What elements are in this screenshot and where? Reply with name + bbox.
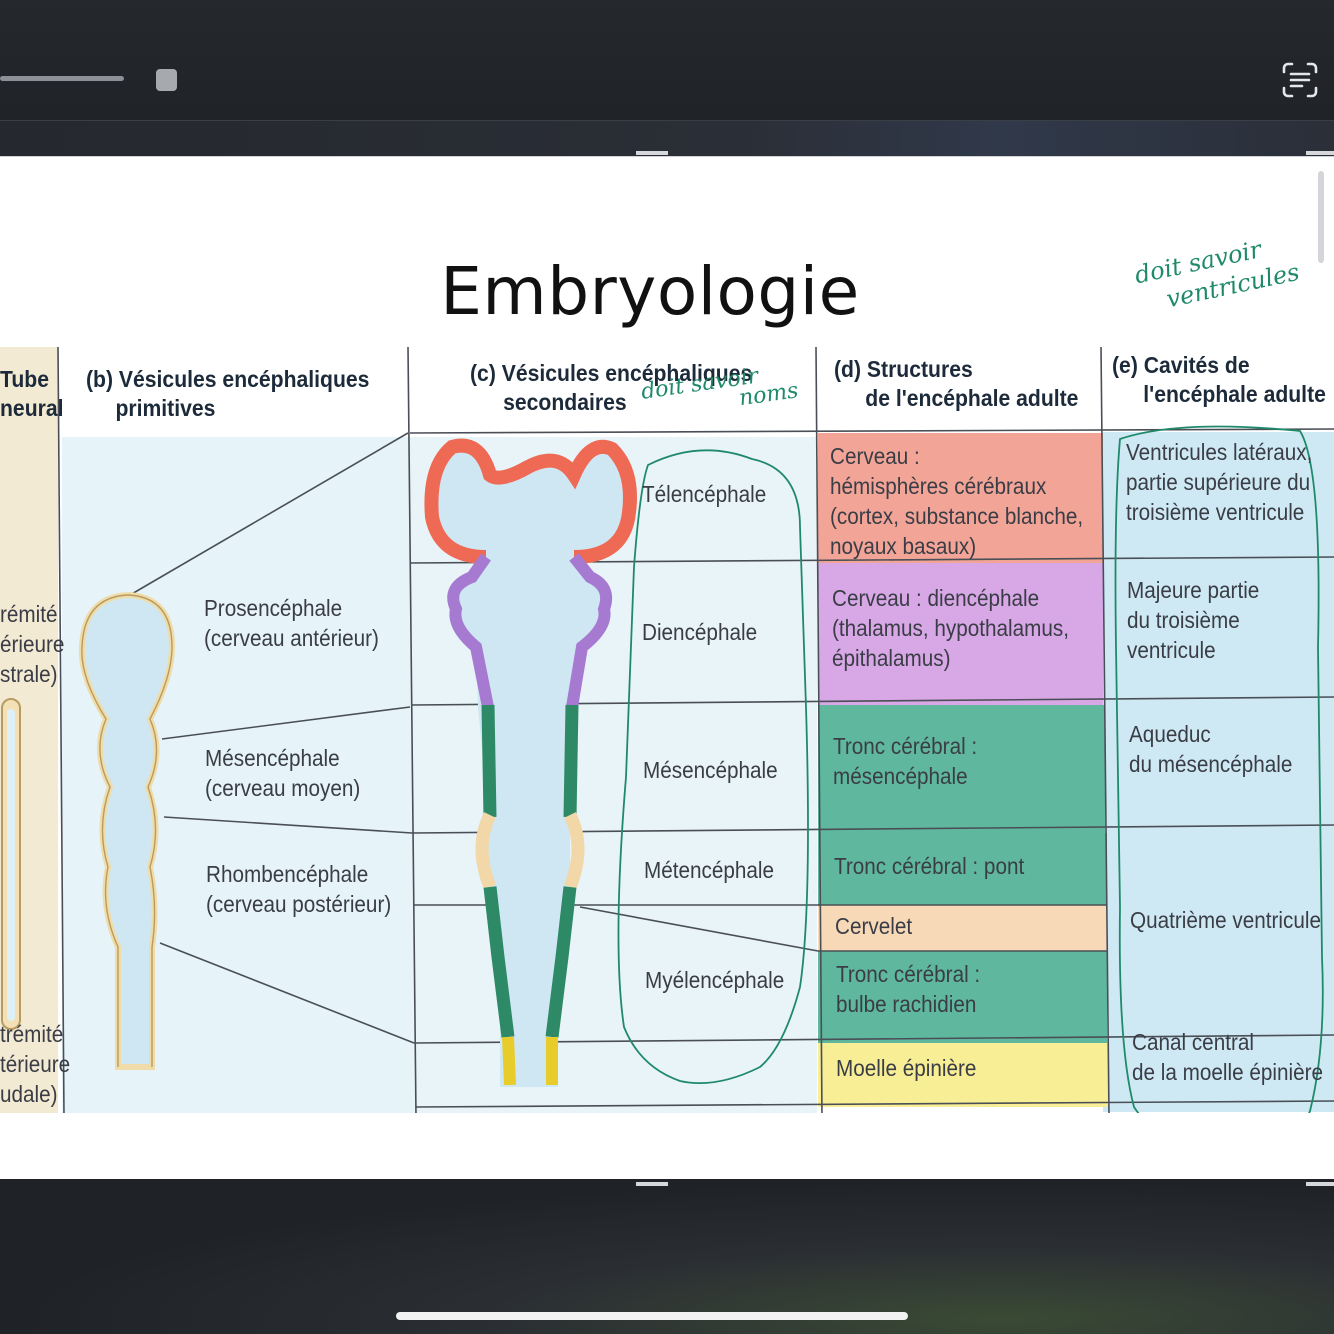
structure-cell: Tronc cérébral : pont bbox=[822, 843, 1045, 881]
primary-vesicle-note: (cerveau postérieur) bbox=[206, 891, 392, 917]
cavity-line: troisième ventricule bbox=[1126, 499, 1305, 525]
structure-line: Moelle épinière bbox=[836, 1055, 977, 1081]
structure-cell: Cerveau : hémisphères cérébraux (cortex,… bbox=[818, 433, 1111, 561]
embryology-figure: Tube neural (b) Vésicules encéphaliques … bbox=[0, 235, 1334, 1113]
column-c-letter: (c) bbox=[470, 360, 496, 386]
structure-cell: Tronc cérébral : mésencéphale bbox=[821, 723, 993, 791]
cavity-line: Majeure partie bbox=[1127, 577, 1260, 603]
column-a-title-line2: neural bbox=[0, 395, 64, 421]
column-a-title-line1: Tube bbox=[0, 366, 49, 392]
page-edge-marker bbox=[1306, 1182, 1334, 1186]
tube-posterior-line2: térieure bbox=[0, 1051, 71, 1077]
cavity-line: Canal central bbox=[1132, 1029, 1254, 1055]
text-scan-icon[interactable] bbox=[1280, 60, 1320, 100]
document-strip bbox=[0, 120, 1334, 156]
cavity-line: Aqueduc bbox=[1129, 721, 1211, 747]
column-d-title-line2: de l'encéphale adulte bbox=[865, 385, 1079, 411]
cavity-cell: Quatrième ventricule bbox=[1118, 897, 1334, 935]
secondary-vesicle-metencephalon: Métencéphale bbox=[644, 857, 775, 883]
structure-line: Cervelet bbox=[835, 913, 913, 939]
structure-line: mésencéphale bbox=[833, 763, 968, 789]
slide-title: Embryologie bbox=[440, 253, 860, 330]
primary-vesicle-note: (cerveau antérieur) bbox=[204, 625, 379, 651]
column-e-title-line2: l'encéphale adulte bbox=[1143, 381, 1326, 407]
column-b-letter: (b) bbox=[86, 366, 114, 392]
column-b-title-line1: Vésicules encéphaliques bbox=[118, 366, 370, 392]
cavity-cell: Aqueduc du mésencéphale bbox=[1117, 711, 1311, 779]
page-edge-marker bbox=[636, 151, 668, 155]
slide-page[interactable]: Embryologie Tube neural (b) Vésicules en… bbox=[0, 156, 1334, 1179]
structure-cell: Cerveau : diencéphale (thalamus, hypotha… bbox=[820, 575, 1095, 673]
progress-knob[interactable] bbox=[156, 69, 177, 91]
cavity-line: de la moelle épinière bbox=[1132, 1059, 1324, 1085]
column-e-header: (e) Cavités de l'encéphale adulte bbox=[1112, 351, 1326, 409]
structure-line: (thalamus, hypothalamus, bbox=[832, 615, 1070, 641]
structure-line: (cortex, substance blanche, bbox=[830, 503, 1084, 529]
tube-posterior-label: trémité térieure udale) bbox=[0, 1019, 70, 1109]
secondary-vesicle-telencephalon: Télencéphale bbox=[642, 481, 767, 507]
progress-track[interactable] bbox=[0, 76, 124, 81]
primary-vesicle-name: Prosencéphale bbox=[204, 595, 343, 621]
cavity-line: Ventricules latéraux, bbox=[1126, 439, 1313, 465]
cavity-cell: Canal central de la moelle épinière bbox=[1120, 1019, 1334, 1087]
neural-tube-drawing bbox=[1, 698, 21, 1030]
primary-vesicle-rhombencephalon: Rhombencéphale (cerveau postérieur) bbox=[206, 859, 391, 919]
slide-scrollbar[interactable] bbox=[1318, 171, 1324, 263]
primary-vesicle-note: (cerveau moyen) bbox=[205, 775, 361, 801]
tube-anterior-line1: rémité bbox=[0, 601, 58, 627]
tube-posterior-line1: trémité bbox=[0, 1021, 64, 1047]
column-d-title-line1: Structures bbox=[866, 356, 973, 382]
cavity-line: du mésencéphale bbox=[1129, 751, 1293, 777]
structure-line: bulbe rachidien bbox=[836, 991, 977, 1017]
structure-line: hémisphères cérébraux bbox=[830, 473, 1047, 499]
cavity-line: ventricule bbox=[1127, 637, 1216, 663]
structure-cell: Tronc cérébral : bulbe rachidien bbox=[824, 951, 996, 1019]
cavity-line: partie supérieure du bbox=[1126, 469, 1311, 495]
column-d-letter: (d) bbox=[834, 356, 862, 382]
structure-cell: Moelle épinière bbox=[824, 1045, 992, 1083]
page-edge-marker bbox=[1306, 151, 1334, 155]
secondary-vesicle-diencephalon: Diencéphale bbox=[642, 619, 758, 645]
primary-vesicle-prosencephalon: Prosencéphale (cerveau antérieur) bbox=[204, 593, 379, 653]
column-b-title-line2: primitives bbox=[115, 395, 216, 421]
structure-line: Tronc cérébral : pont bbox=[834, 853, 1025, 879]
cavity-line: du troisième bbox=[1127, 607, 1240, 633]
bottom-area bbox=[0, 1179, 1334, 1334]
column-e-title-line1: Cavités de bbox=[1143, 352, 1250, 378]
structure-cell: Cervelet bbox=[823, 903, 921, 941]
cavity-cell: Ventricules latéraux, partie supérieure … bbox=[1114, 429, 1333, 527]
tube-anterior-line3: strale) bbox=[0, 661, 58, 687]
column-e-letter: (e) bbox=[1112, 352, 1138, 378]
column-a-header: Tube neural bbox=[0, 365, 64, 423]
cavity-cell: Majeure partie du troisième ventricule bbox=[1115, 567, 1274, 665]
structure-line: Cerveau : bbox=[830, 443, 920, 469]
column-d-header: (d) Structures de l'encéphale adulte bbox=[834, 355, 1078, 413]
structure-line: Tronc cérébral : bbox=[833, 733, 978, 759]
structure-line: Tronc cérébral : bbox=[836, 961, 981, 987]
structure-line: épithalamus) bbox=[832, 645, 951, 671]
page-edge-marker bbox=[636, 1182, 668, 1186]
primary-vesicle-mesencephalon: Mésencéphale (cerveau moyen) bbox=[205, 743, 360, 803]
primary-vesicle-name: Rhombencéphale bbox=[206, 861, 369, 887]
structure-line: noyaux basaux) bbox=[830, 533, 977, 559]
column-b-header: (b) Vésicules encéphaliques primitives bbox=[86, 365, 369, 423]
home-indicator[interactable] bbox=[396, 1312, 908, 1320]
top-toolbar bbox=[0, 0, 1334, 120]
primary-vesicle-name: Mésencéphale bbox=[205, 745, 340, 771]
secondary-vesicle-myelencephalon: Myélencéphale bbox=[645, 967, 785, 993]
tube-anterior-label: rémité érieure strale) bbox=[0, 599, 64, 689]
structure-line: Cerveau : diencéphale bbox=[832, 585, 1040, 611]
secondary-vesicle-mesencephalon: Mésencéphale bbox=[643, 757, 778, 783]
tube-anterior-line2: érieure bbox=[0, 631, 65, 657]
tube-posterior-line3: udale) bbox=[0, 1081, 58, 1107]
cavity-line: Quatrième ventricule bbox=[1130, 907, 1321, 933]
